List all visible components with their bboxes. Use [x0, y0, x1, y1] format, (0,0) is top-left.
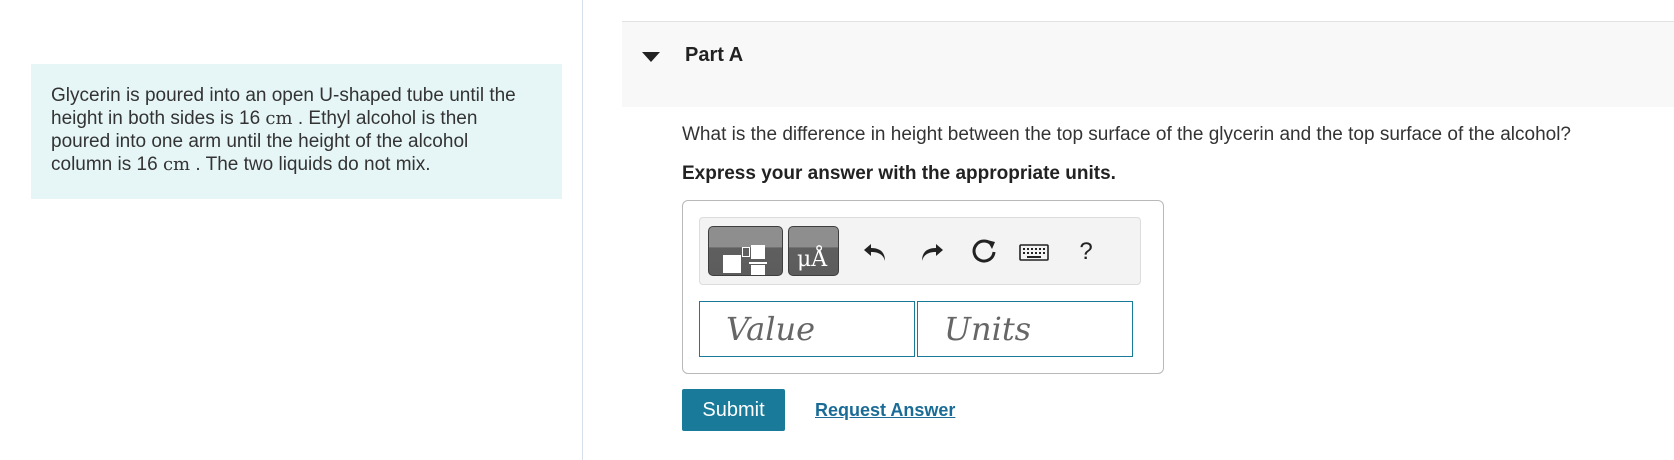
problem-line: column is 16 cm . The two liquids do not…: [51, 153, 542, 176]
unit-text: cm: [265, 108, 293, 129]
part-header[interactable]: Part A: [622, 21, 1674, 107]
question-text: What is the difference in height between…: [682, 124, 1571, 145]
keyboard-icon[interactable]: [1018, 236, 1050, 268]
problem-line: poured into one arm until the height of …: [51, 130, 542, 153]
problem-text: . The two liquids do not mix.: [190, 154, 431, 175]
units-input[interactable]: [918, 302, 1132, 356]
problem-line: height in both sides is 16 cm . Ethyl al…: [51, 107, 542, 130]
problem-pane: Glycerin is poured into an open U-shaped…: [0, 0, 582, 460]
units-icon: μÅ: [797, 247, 828, 272]
problem-text: height in both sides is 16: [51, 108, 266, 129]
request-answer-link[interactable]: Request Answer: [815, 400, 955, 421]
pane-divider[interactable]: [582, 0, 583, 460]
problem-text: column is 16: [51, 154, 163, 175]
value-field[interactable]: [699, 301, 915, 357]
help-button[interactable]: ?: [1070, 236, 1102, 268]
undo-icon[interactable]: [860, 236, 892, 268]
math-toolbar: μÅ ?: [699, 217, 1141, 285]
units-field[interactable]: [917, 301, 1133, 357]
reset-icon[interactable]: [968, 236, 1000, 268]
collapse-caret-icon[interactable]: [642, 52, 660, 62]
unit-text: cm: [162, 154, 191, 175]
units-button[interactable]: μÅ: [788, 226, 839, 276]
redo-icon[interactable]: [915, 236, 947, 268]
problem-text: . Ethyl alcohol is then: [292, 108, 478, 129]
instruction-text: Express your answer with the appropriate…: [682, 163, 1116, 184]
templates-button[interactable]: [708, 226, 783, 276]
problem-text: Glycerin is poured into an open U-shaped…: [51, 85, 516, 106]
problem-line: Glycerin is poured into an open U-shaped…: [51, 84, 542, 107]
value-input[interactable]: [700, 302, 914, 356]
answer-panel: μÅ ?: [682, 200, 1164, 374]
problem-statement: Glycerin is poured into an open U-shaped…: [31, 64, 562, 199]
submit-button[interactable]: Submit: [682, 389, 785, 431]
problem-text: poured into one arm until the height of …: [51, 131, 469, 152]
part-title: Part A: [685, 44, 744, 66]
